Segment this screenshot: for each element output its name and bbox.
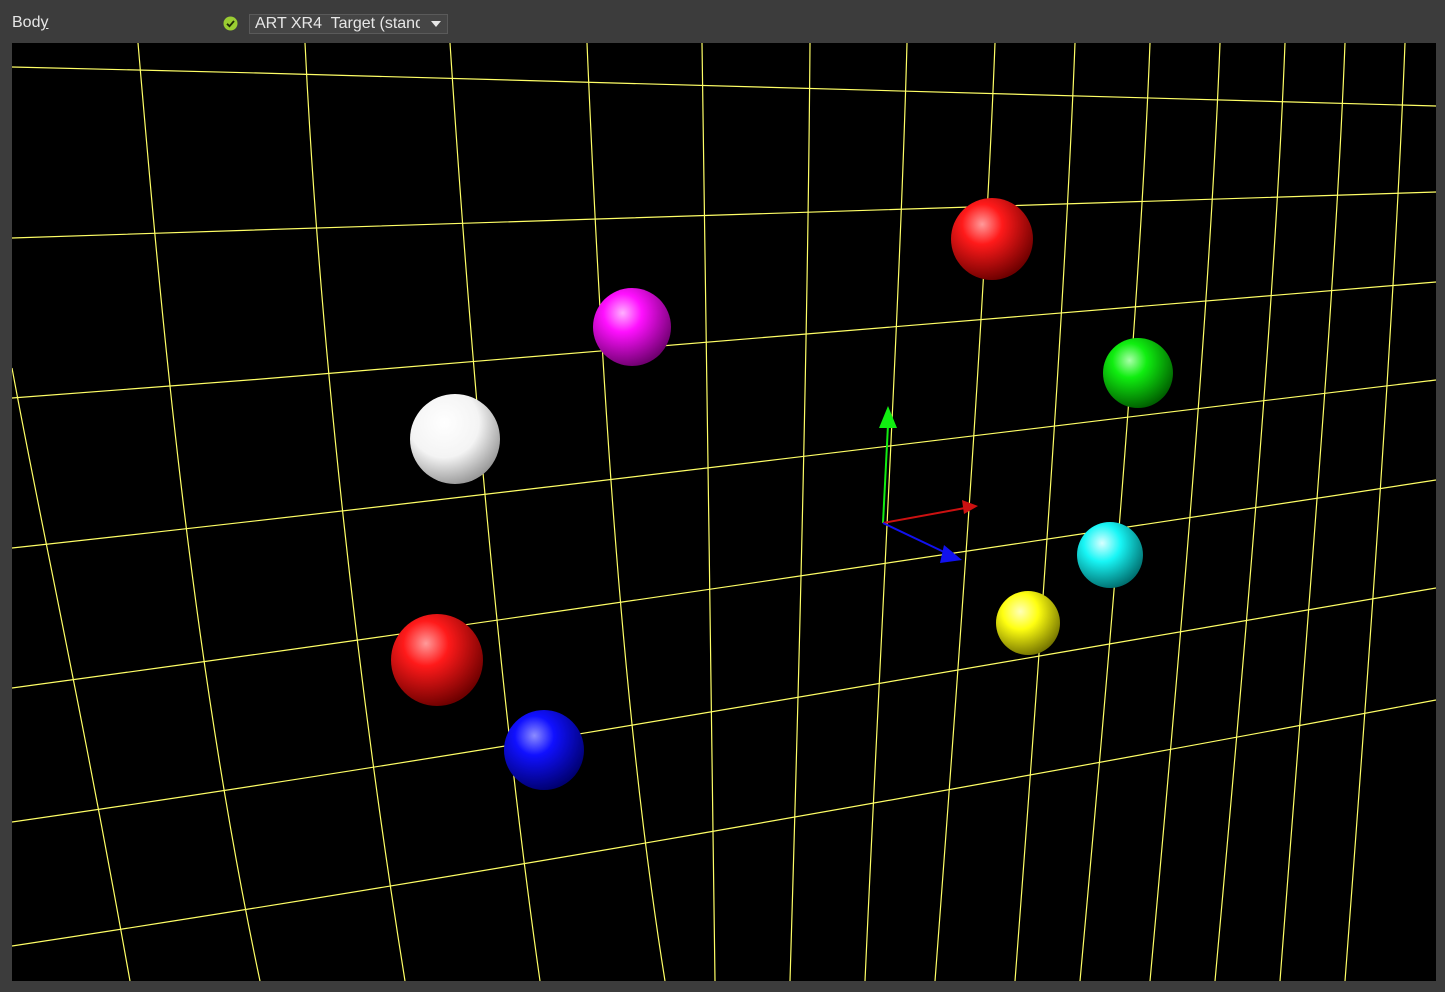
z-axis-arrow [940,545,962,563]
grid-line [12,699,1436,947]
marker-red-top[interactable] [951,198,1033,280]
grid-line [864,43,908,981]
body-label: Body [12,14,49,31]
grid-line [12,281,1436,399]
grid-line [1014,43,1076,981]
marker-cyan[interactable] [1077,522,1143,588]
marker-green[interactable] [1103,338,1173,408]
3d-viewport[interactable] [12,43,1436,981]
y-axis-arrow [879,406,897,428]
grid-line [12,479,1436,689]
grid-line [12,66,1436,107]
chevron-down-icon [431,21,441,27]
marker-red-bottom[interactable] [391,614,483,706]
check-circle-icon [223,16,238,31]
x-axis-arrow [962,500,978,514]
grid [12,43,1436,981]
toolbar: Body ART XR4 Target (standard) [0,0,1445,42]
grid-line [304,43,406,981]
grid-line [1149,43,1221,981]
grid-line [449,43,541,981]
grid-line [701,43,716,981]
grid-line [1344,43,1406,981]
grid-line [789,43,811,981]
grid-line [1279,43,1346,981]
grid-line [12,587,1436,823]
grid-line [586,43,666,981]
grid-line [137,43,261,981]
marker-magenta[interactable] [593,288,671,366]
marker-blue[interactable] [504,710,584,790]
marker-yellow[interactable] [996,591,1060,655]
grid-line [12,379,1436,549]
scene-canvas [12,43,1436,981]
body-select-dropdown[interactable]: ART XR4 Target (standard) [249,14,448,34]
grid-line [12,191,1436,239]
marker-white[interactable] [410,394,500,484]
markers [391,198,1173,790]
coordinate-axes [879,406,978,563]
grid-line [1079,43,1151,981]
body-select-value: ART XR4 Target (standard) [255,15,420,32]
